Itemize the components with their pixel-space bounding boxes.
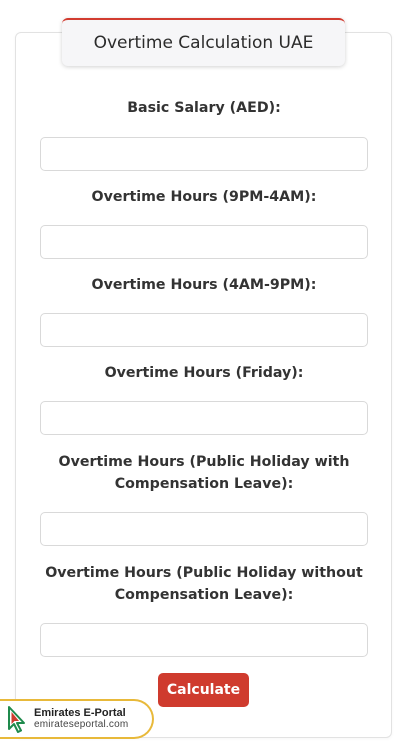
overtime-holiday-comp-label-line1: Overtime Hours (Public Holiday with: [58, 454, 350, 470]
logo-name: Emirates E-Portal: [34, 707, 126, 719]
overtime-holiday-comp-label: Overtime Hours (Public Holiday with Comp…: [40, 451, 368, 495]
overtime-day-label: Overtime Hours (4AM-9PM):: [91, 277, 317, 293]
overtime-night-label: Overtime Hours (9PM-4AM):: [91, 189, 317, 205]
overtime-night-input[interactable]: [40, 225, 368, 259]
page-title: Overtime Calculation UAE: [62, 18, 345, 66]
overtime-holiday-comp-input[interactable]: [40, 512, 368, 546]
overtime-holiday-nocomp-label-line1: Overtime Hours (Public Holiday without: [45, 565, 363, 581]
cursor-logo-icon: [0, 701, 34, 737]
overtime-friday-input[interactable]: [40, 401, 368, 435]
overtime-holiday-nocomp-input[interactable]: [40, 623, 368, 657]
overtime-holiday-nocomp-label-line2: Compensation Leave):: [114, 587, 294, 603]
logo-url: emirateseportal.com: [34, 719, 129, 730]
emirates-eportal-logo[interactable]: Emirates E-Portal emirateseportal.com: [0, 699, 154, 739]
overtime-friday-label: Overtime Hours (Friday):: [104, 365, 304, 381]
calculate-button[interactable]: Calculate: [158, 673, 249, 707]
overtime-holiday-nocomp-label: Overtime Hours (Public Holiday without C…: [40, 562, 368, 606]
overtime-holiday-comp-label-line2: Compensation Leave):: [114, 476, 294, 492]
overtime-day-input[interactable]: [40, 313, 368, 347]
basic-salary-input[interactable]: [40, 137, 368, 171]
basic-salary-label: Basic Salary (AED):: [127, 100, 281, 116]
